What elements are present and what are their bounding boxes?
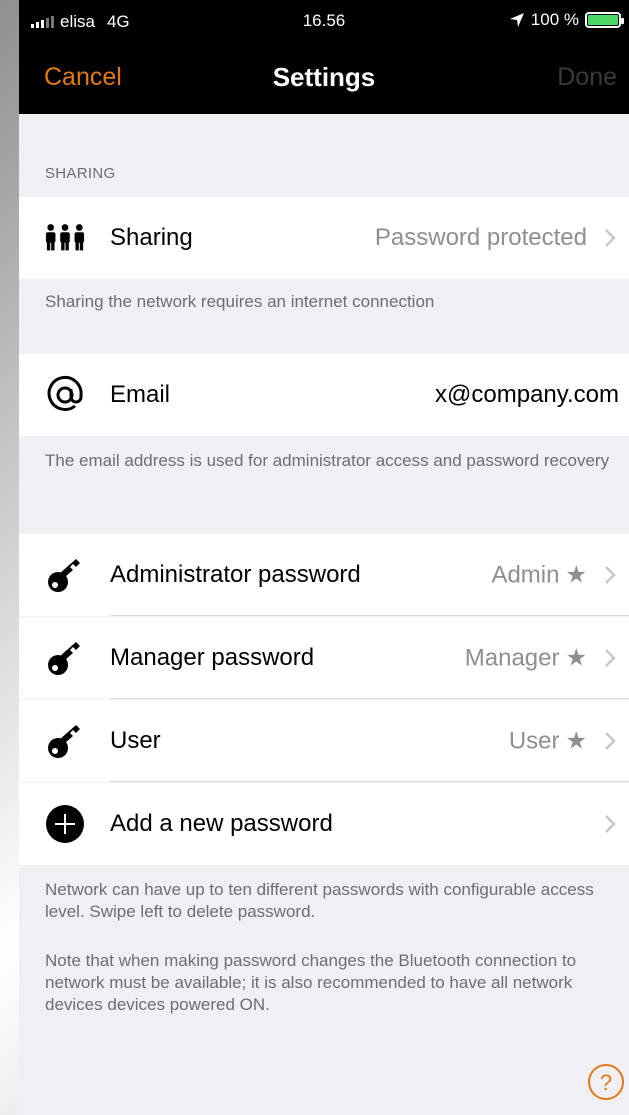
svg-text:?: ? bbox=[600, 1070, 612, 1095]
email-row[interactable]: Email x@company.com bbox=[19, 354, 629, 436]
passwords-footer-info: Network can have up to ten different pas… bbox=[45, 880, 594, 921]
top-bar: elisa 4G 16.56 100 % Cancel Settings Don… bbox=[19, 0, 629, 114]
password-label: User bbox=[110, 727, 161, 754]
password-row-manager[interactable]: Manager password Manager ★ bbox=[19, 617, 629, 699]
sharing-footer: Sharing the network requires an internet… bbox=[45, 292, 435, 311]
page-title: Settings bbox=[272, 62, 376, 92]
star-icon: ★ bbox=[565, 561, 587, 589]
email-value[interactable]: x@company.com bbox=[435, 381, 619, 409]
battery-percent: 100 % bbox=[530, 10, 579, 29]
password-label: Administrator password bbox=[110, 561, 361, 588]
chevron-right-icon bbox=[599, 564, 621, 586]
status-bar: elisa 4G 16.56 100 % bbox=[19, 0, 629, 44]
done-button[interactable]: Done bbox=[557, 63, 617, 92]
location-arrow-icon bbox=[509, 13, 524, 27]
chevron-right-icon bbox=[599, 227, 621, 249]
password-level-text: User bbox=[508, 727, 560, 754]
sharing-section-header: SHARING bbox=[45, 165, 116, 182]
at-sign-icon bbox=[44, 375, 86, 415]
password-row-user[interactable]: User User ★ bbox=[19, 700, 629, 782]
key-icon bbox=[44, 721, 86, 761]
plus-circle-icon bbox=[44, 804, 86, 844]
settings-screen: elisa 4G 16.56 100 % Cancel Settings Don… bbox=[19, 0, 629, 1115]
password-label: Manager password bbox=[110, 644, 315, 671]
key-icon bbox=[44, 638, 86, 678]
add-password-label: Add a new password bbox=[110, 810, 333, 837]
people-icon bbox=[44, 218, 86, 258]
email-label: Email bbox=[110, 381, 171, 408]
star-icon: ★ bbox=[565, 644, 587, 672]
star-icon: ★ bbox=[565, 727, 587, 755]
password-level-text: Manager bbox=[464, 644, 560, 671]
add-password-row[interactable]: Add a new password bbox=[19, 783, 629, 865]
password-level: Admin ★ bbox=[491, 561, 587, 590]
row-separator bbox=[110, 781, 629, 782]
row-separator bbox=[110, 698, 629, 699]
email-footer: The email address is used for administra… bbox=[45, 451, 610, 470]
passwords-footer-note: Note that when making password changes t… bbox=[45, 951, 577, 1014]
sharing-label: Sharing bbox=[110, 224, 193, 251]
battery-icon bbox=[585, 12, 624, 28]
chevron-right-icon bbox=[599, 730, 621, 752]
navigation-bar: Cancel Settings Done bbox=[19, 44, 629, 114]
status-right: 100 % bbox=[509, 10, 624, 30]
password-level: User ★ bbox=[509, 727, 587, 756]
sharing-row[interactable]: Sharing Password protected bbox=[19, 197, 629, 279]
password-row-administrator[interactable]: Administrator password Admin ★ bbox=[19, 534, 629, 616]
chevron-right-icon bbox=[599, 813, 621, 835]
password-level: Manager ★ bbox=[465, 644, 587, 673]
help-icon[interactable]: ? bbox=[587, 1063, 625, 1101]
password-level-text: Admin bbox=[491, 561, 560, 588]
chevron-right-icon bbox=[599, 647, 621, 669]
key-icon bbox=[44, 555, 86, 595]
row-separator bbox=[110, 615, 629, 616]
sharing-value: Password protected bbox=[374, 224, 587, 251]
